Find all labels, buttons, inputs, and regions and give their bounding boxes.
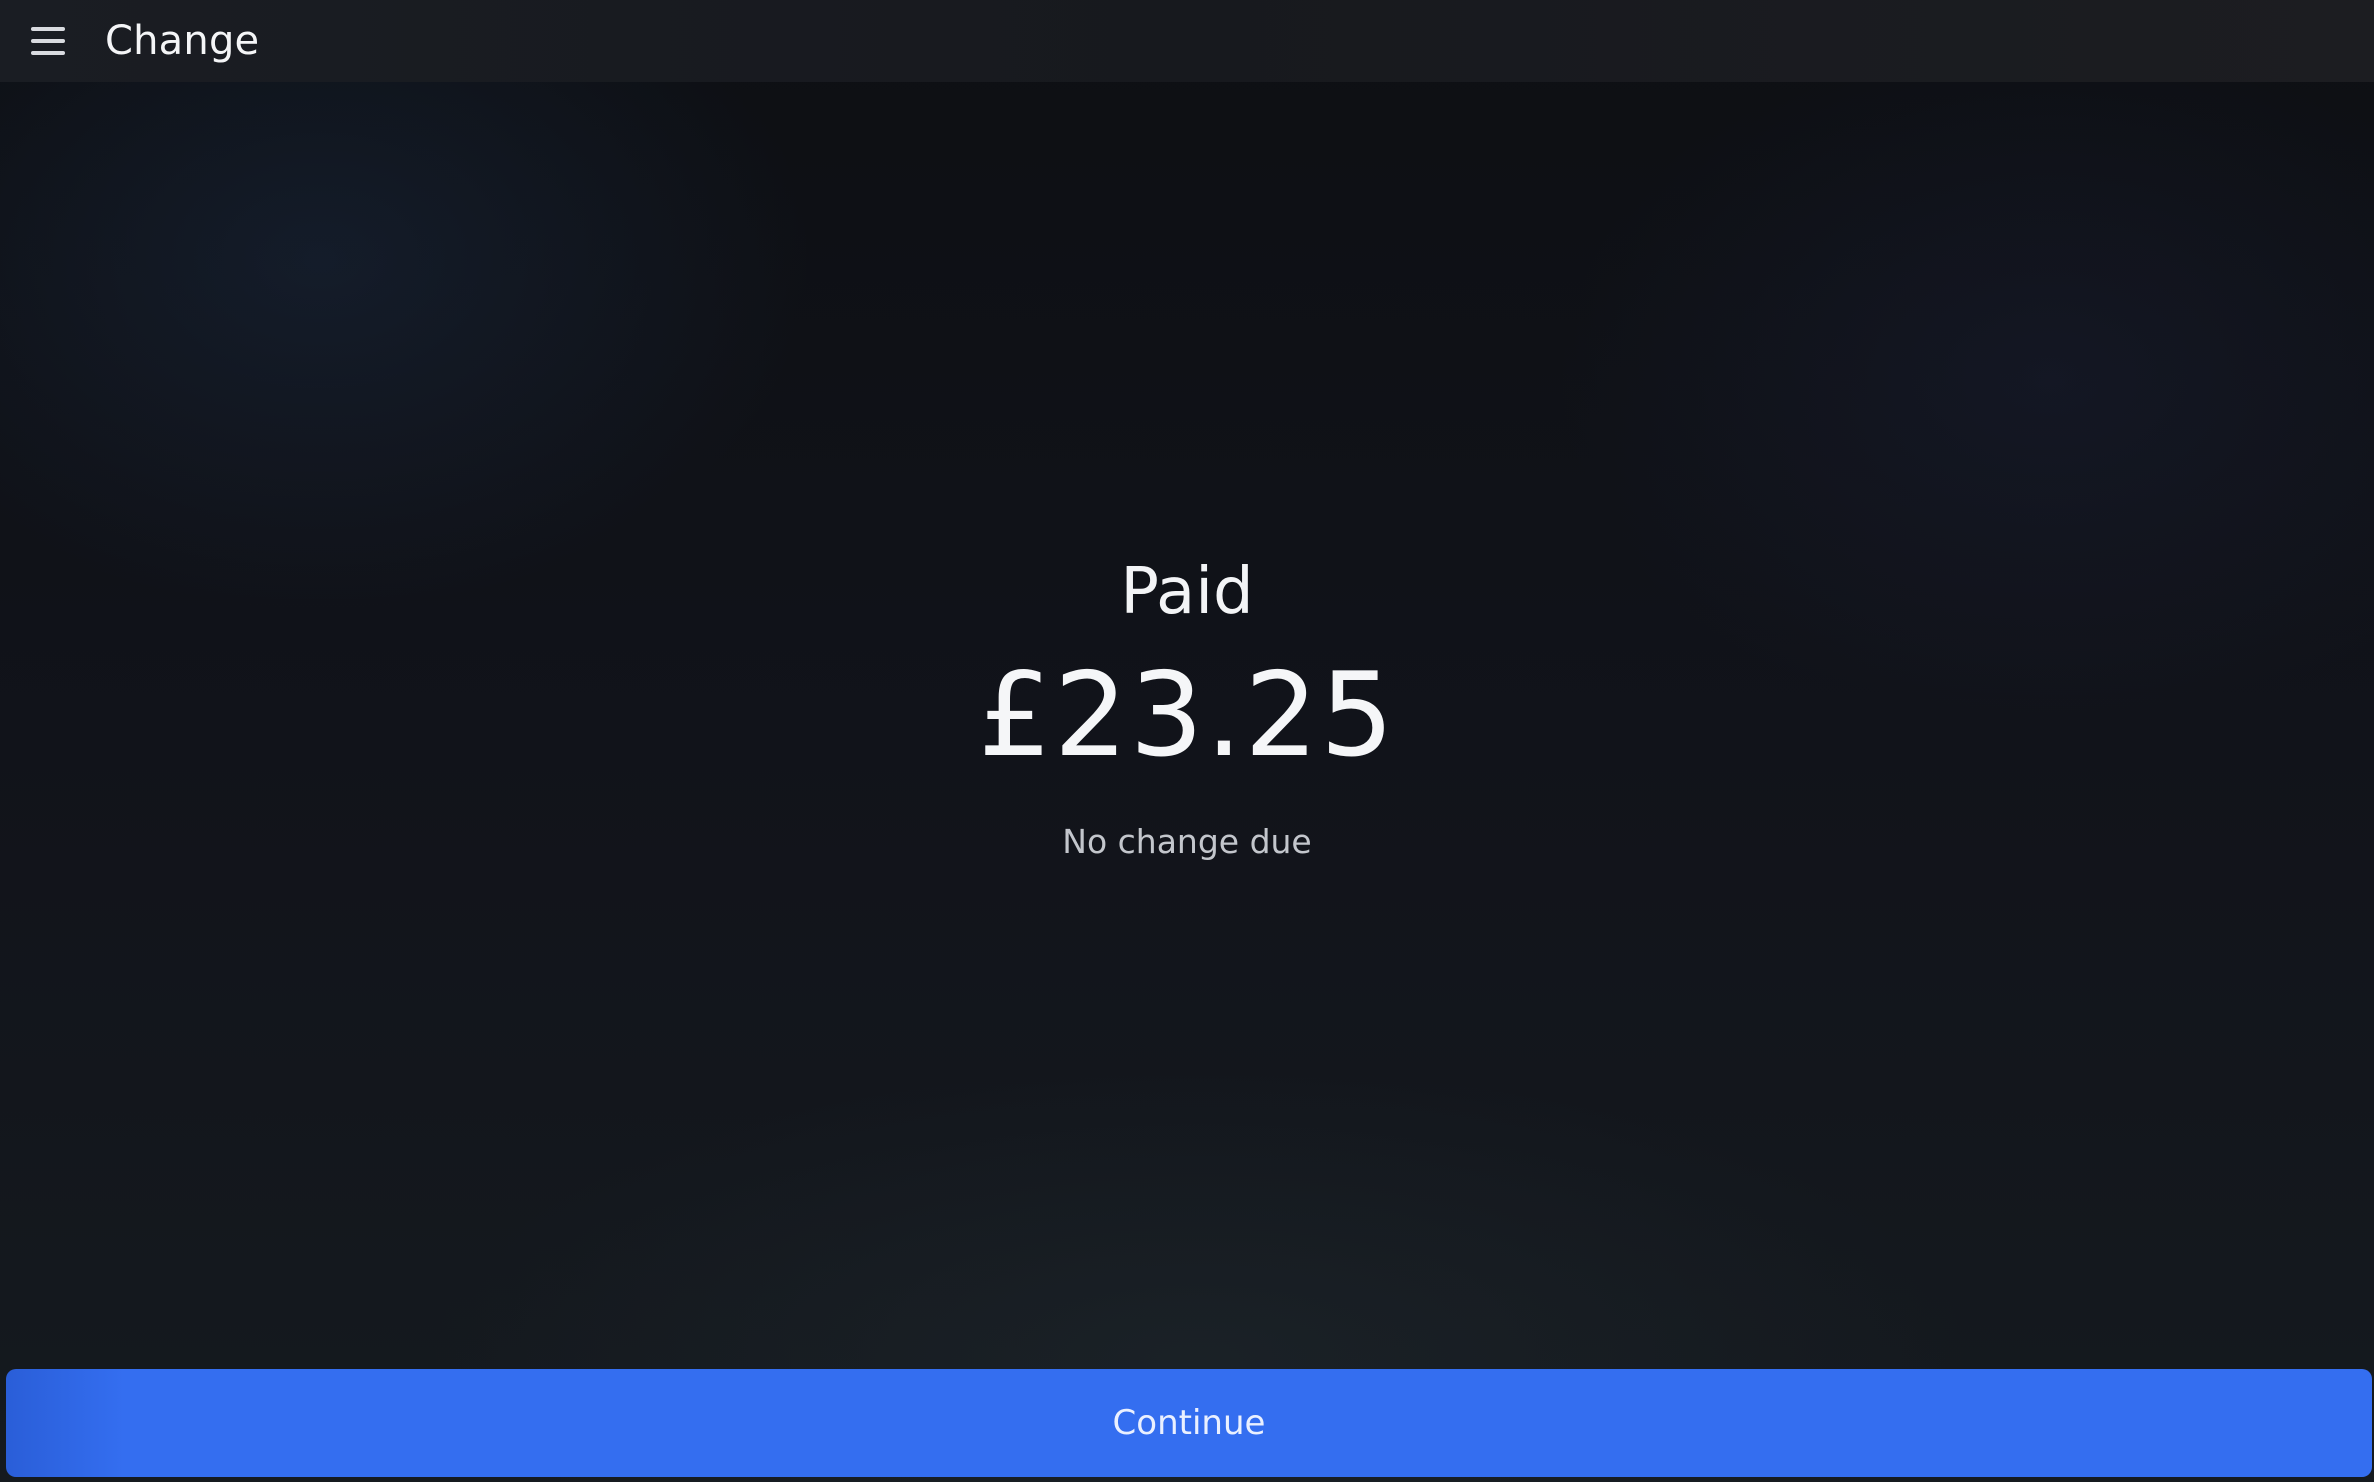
hamburger-menu-icon[interactable] — [31, 27, 67, 55]
paid-label: Paid — [1120, 555, 1254, 629]
top-app-bar: Change — [0, 0, 2374, 82]
page-title: Change — [105, 18, 260, 64]
change-screen: Change Paid £23.25 No change due Continu… — [0, 0, 2374, 1482]
change-due-note: No change due — [1062, 822, 1312, 861]
paid-amount: £23.25 — [978, 648, 1396, 783]
continue-button[interactable]: Continue — [6, 1369, 2372, 1477]
payment-summary: Paid £23.25 No change due — [0, 540, 2374, 861]
menu-icon-bar — [31, 51, 65, 55]
menu-icon-bar — [31, 27, 65, 31]
menu-icon-bar — [31, 39, 65, 43]
